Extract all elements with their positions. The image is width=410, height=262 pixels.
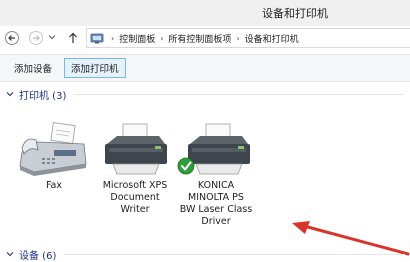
title-bar: 设备和打印机	[0, 0, 410, 26]
fax-icon	[19, 122, 87, 176]
printers-group-header[interactable]: 打印机 (3)	[5, 86, 405, 102]
device-label-line: KONICA	[197, 180, 235, 191]
printer-item-microsoft-xps-document-writer[interactable]: Microsoft XPS Document Writer	[90, 122, 180, 216]
breadcrumb-devices-printers[interactable]: 设备和打印机	[245, 32, 299, 45]
device-label-line: MINOLTA PS	[188, 192, 244, 203]
breadcrumb-separator-icon: ›	[111, 33, 115, 43]
command-bar: 添加设备 添加打印机	[0, 54, 410, 82]
group-divider	[74, 93, 405, 95]
forward-arrow-icon	[29, 31, 43, 45]
window-title: 设备和打印机	[262, 7, 328, 20]
device-list: 打印机 (3) Fax Microsoft XPS Document Write…	[0, 82, 410, 262]
back-button[interactable]	[4, 30, 20, 46]
breadcrumb-all-items[interactable]: 所有控制面板项	[168, 32, 231, 45]
device-label-line: Driver	[201, 216, 231, 227]
control-panel-icon	[90, 32, 106, 44]
breadcrumb-separator-icon: ›	[160, 33, 164, 43]
back-arrow-icon	[5, 31, 19, 45]
devices-group-label: 设备 (6)	[19, 250, 57, 262]
device-label: KONICA MINOLTA PS BW Laser Class Driver	[180, 180, 252, 228]
add-device-button[interactable]: 添加设备	[8, 58, 58, 78]
up-arrow-icon	[69, 32, 77, 43]
add-printer-button[interactable]: 添加打印机	[64, 58, 126, 78]
up-button[interactable]	[66, 30, 80, 46]
collapse-chevron-icon	[5, 89, 15, 99]
chevron-down-icon	[48, 35, 56, 40]
address-bar[interactable]: › 控制面板 › 所有控制面板项 › 设备和打印机	[86, 28, 410, 48]
default-printer-check-icon	[177, 157, 195, 175]
device-label-line: BW Laser Class	[179, 204, 253, 215]
device-label-line: Fax	[45, 180, 63, 191]
breadcrumb-control-panel[interactable]: 控制面板	[119, 32, 155, 45]
device-label-line: Microsoft XPS	[102, 180, 168, 191]
printer-icon	[177, 123, 250, 175]
printer-item-konica-minolta[interactable]: KONICA MINOLTA PS BW Laser Class Driver	[168, 122, 264, 228]
printer-icon	[105, 123, 167, 175]
navigation-bar: › 控制面板 › 所有控制面板项 › 设备和打印机	[0, 26, 410, 54]
device-label-line: Document	[110, 192, 160, 203]
collapse-chevron-icon	[5, 249, 15, 259]
breadcrumb-separator-icon: ›	[236, 33, 240, 43]
group-divider	[64, 253, 405, 255]
device-label: Fax	[46, 180, 62, 192]
forward-button[interactable]	[28, 30, 44, 46]
recent-locations-button[interactable]	[47, 32, 57, 42]
device-label: Microsoft XPS Document Writer	[103, 180, 168, 216]
device-label-line: Writer	[120, 204, 150, 215]
printers-group-label: 打印机 (3)	[19, 90, 67, 102]
printer-item-fax[interactable]: Fax	[14, 122, 94, 192]
